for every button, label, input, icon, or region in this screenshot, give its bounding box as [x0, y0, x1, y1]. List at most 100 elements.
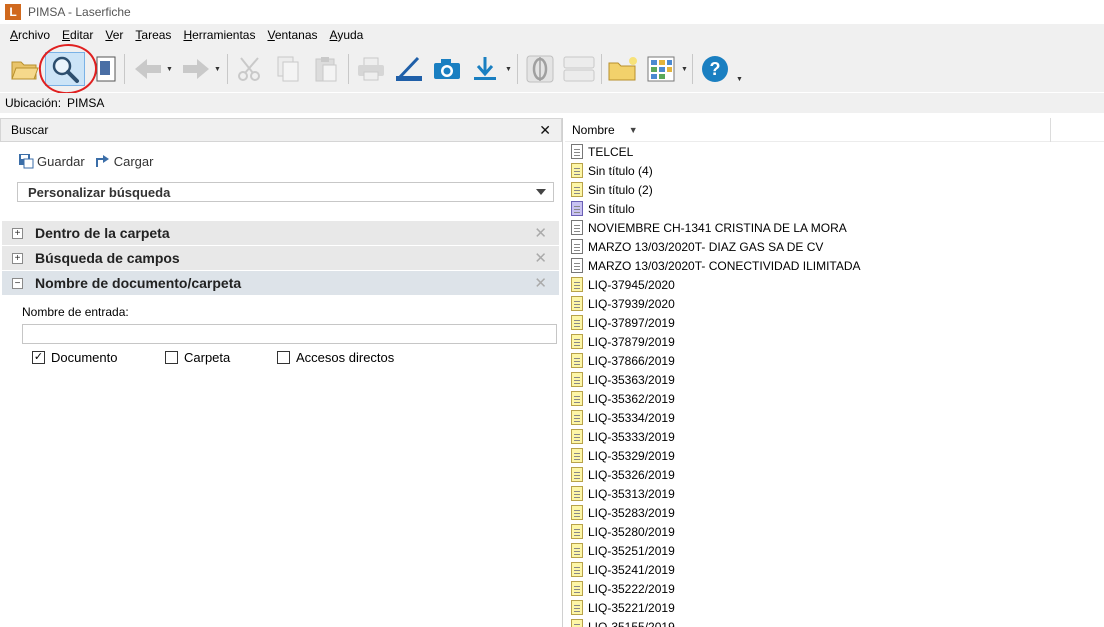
name-column-header[interactable]: Nombre ▼: [565, 118, 1104, 142]
expand-icon[interactable]: +: [12, 252, 23, 264]
document-icon: [571, 410, 583, 425]
location-bar: Ubicación: PIMSA: [0, 93, 1104, 113]
document-icon: [571, 619, 583, 627]
download-dropdown-icon[interactable]: ▼: [505, 66, 512, 73]
help-glyph: ?: [710, 59, 721, 79]
list-item-name: LIQ-35313/2019: [588, 486, 675, 501]
view-icon[interactable]: [644, 52, 678, 86]
list-item-name: LIQ-35251/2019: [588, 543, 675, 558]
location-value[interactable]: PIMSA: [67, 96, 104, 110]
list-item[interactable]: Sin título (4): [571, 161, 861, 180]
menu-ventanas[interactable]: Ventanas: [261, 28, 323, 42]
list-item[interactable]: TELCEL: [571, 142, 861, 161]
document-checkbox[interactable]: ✓ Documento: [32, 350, 117, 365]
checkbox-icon[interactable]: [277, 351, 290, 364]
section-within-folder[interactable]: + Dentro de la carpeta ✕: [2, 221, 559, 245]
document-icon: [571, 562, 583, 577]
menu-ayuda[interactable]: Ayuda: [324, 28, 370, 42]
load-search-button[interactable]: Cargar: [95, 153, 153, 169]
list-item[interactable]: LIQ-37945/2020: [571, 275, 861, 294]
copy-icon[interactable]: [272, 52, 304, 86]
save-icon: [19, 154, 34, 169]
zero-icon[interactable]: [523, 52, 557, 86]
list-item[interactable]: LIQ-37866/2019: [571, 351, 861, 370]
list-item[interactable]: LIQ-35313/2019: [571, 484, 861, 503]
shortcuts-checkbox[interactable]: Accesos directos: [277, 350, 394, 365]
checkbox-checked-icon[interactable]: ✓: [32, 351, 45, 364]
list-item[interactable]: LIQ-35280/2019: [571, 522, 861, 541]
expand-icon[interactable]: +: [12, 227, 23, 239]
camera-icon[interactable]: [430, 52, 464, 86]
list-item[interactable]: LIQ-35329/2019: [571, 446, 861, 465]
list-item[interactable]: LIQ-35333/2019: [571, 427, 861, 446]
list-item[interactable]: LIQ-37879/2019: [571, 332, 861, 351]
list-item[interactable]: MARZO 13/03/2020T- DIAZ GAS SA DE CV: [571, 237, 861, 256]
list-item[interactable]: LIQ-35222/2019: [571, 579, 861, 598]
save-label: Guardar: [37, 153, 85, 169]
list-item[interactable]: MARZO 13/03/2020T- CONECTIVIDAD ILIMITAD…: [571, 256, 861, 275]
save-search-button[interactable]: Guardar: [18, 153, 85, 169]
open-folder-icon[interactable]: [9, 52, 41, 86]
help-dropdown-icon[interactable]: ▼: [736, 76, 743, 83]
entry-name-input[interactable]: [22, 324, 557, 344]
list-item[interactable]: LIQ-35221/2019: [571, 598, 861, 617]
list-item[interactable]: LIQ-37939/2020: [571, 294, 861, 313]
list-item[interactable]: LIQ-37897/2019: [571, 313, 861, 332]
view-dropdown-icon[interactable]: ▼: [681, 66, 688, 73]
field-icon[interactable]: [561, 52, 597, 86]
list-item[interactable]: LIQ-35155/2019: [571, 617, 861, 627]
remove-icon[interactable]: ✕: [534, 224, 547, 242]
list-item[interactable]: Sin título (2): [571, 180, 861, 199]
document-icon: [571, 524, 583, 539]
list-item[interactable]: LIQ-35334/2019: [571, 408, 861, 427]
remove-icon[interactable]: ✕: [534, 249, 547, 267]
back-arrow-icon[interactable]: [131, 52, 165, 86]
column-divider[interactable]: [1050, 118, 1051, 142]
list-item[interactable]: LIQ-35241/2019: [571, 560, 861, 579]
list-item[interactable]: Sin título: [571, 199, 861, 218]
menu-tareas[interactable]: Tareas: [129, 28, 177, 42]
save-load-bar: Guardar Cargar: [18, 153, 157, 169]
menu-ver[interactable]: Ver: [99, 28, 129, 42]
download-icon[interactable]: [469, 52, 501, 86]
list-item[interactable]: NOVIEMBRE CH-1341 CRISTINA DE LA MORA: [571, 218, 861, 237]
document-icon: [571, 467, 583, 482]
section-field-search[interactable]: + Búsqueda de campos ✕: [2, 246, 559, 270]
help-icon[interactable]: ?: [698, 52, 732, 86]
print-icon[interactable]: [354, 52, 388, 86]
document-icon: [571, 239, 583, 254]
list-item[interactable]: LIQ-35363/2019: [571, 370, 861, 389]
section-document-name[interactable]: − Nombre de documento/carpeta ✕: [2, 271, 559, 295]
list-item[interactable]: LIQ-35251/2019: [571, 541, 861, 560]
forward-dropdown-icon[interactable]: ▼: [214, 66, 221, 73]
shortcuts-checkbox-label: Accesos directos: [296, 350, 395, 365]
list-item-name: MARZO 13/03/2020T- DIAZ GAS SA DE CV: [588, 239, 824, 254]
list-item-name: NOVIEMBRE CH-1341 CRISTINA DE LA MORA: [588, 220, 847, 235]
search-panel-header: Buscar ✕: [0, 118, 562, 142]
custom-search-dropdown[interactable]: Personalizar búsqueda: [17, 182, 554, 202]
back-dropdown-icon[interactable]: ▼: [166, 66, 173, 73]
menu-editar[interactable]: Editar: [56, 28, 99, 42]
collapse-icon[interactable]: −: [12, 277, 23, 289]
folder-checkbox[interactable]: Carpeta: [165, 350, 230, 365]
remove-icon[interactable]: ✕: [534, 274, 547, 292]
forward-arrow-icon[interactable]: [179, 52, 213, 86]
menu-herramientas[interactable]: Herramientas: [177, 28, 261, 42]
checkbox-icon[interactable]: [165, 351, 178, 364]
list-item[interactable]: LIQ-35326/2019: [571, 465, 861, 484]
toolbar-separator: [517, 54, 518, 84]
paste-icon[interactable]: [310, 52, 342, 86]
list-item[interactable]: LIQ-35362/2019: [571, 389, 861, 408]
scan-icon[interactable]: [392, 52, 426, 86]
document-icon: [571, 600, 583, 615]
new-folder-icon[interactable]: [606, 52, 640, 86]
list-item[interactable]: LIQ-35283/2019: [571, 503, 861, 522]
toolbar: ▼ ▼ ▼ ▼ ? ▼: [0, 46, 1104, 92]
menu-archivo[interactable]: Archivo: [4, 28, 56, 42]
list-item-name: LIQ-35362/2019: [588, 391, 675, 406]
location-label: Ubicación:: [5, 96, 62, 110]
cut-icon[interactable]: [233, 52, 267, 86]
sort-dropdown-icon[interactable]: ▼: [629, 125, 638, 135]
document-icon: [571, 581, 583, 596]
close-icon[interactable]: ✕: [539, 122, 551, 139]
